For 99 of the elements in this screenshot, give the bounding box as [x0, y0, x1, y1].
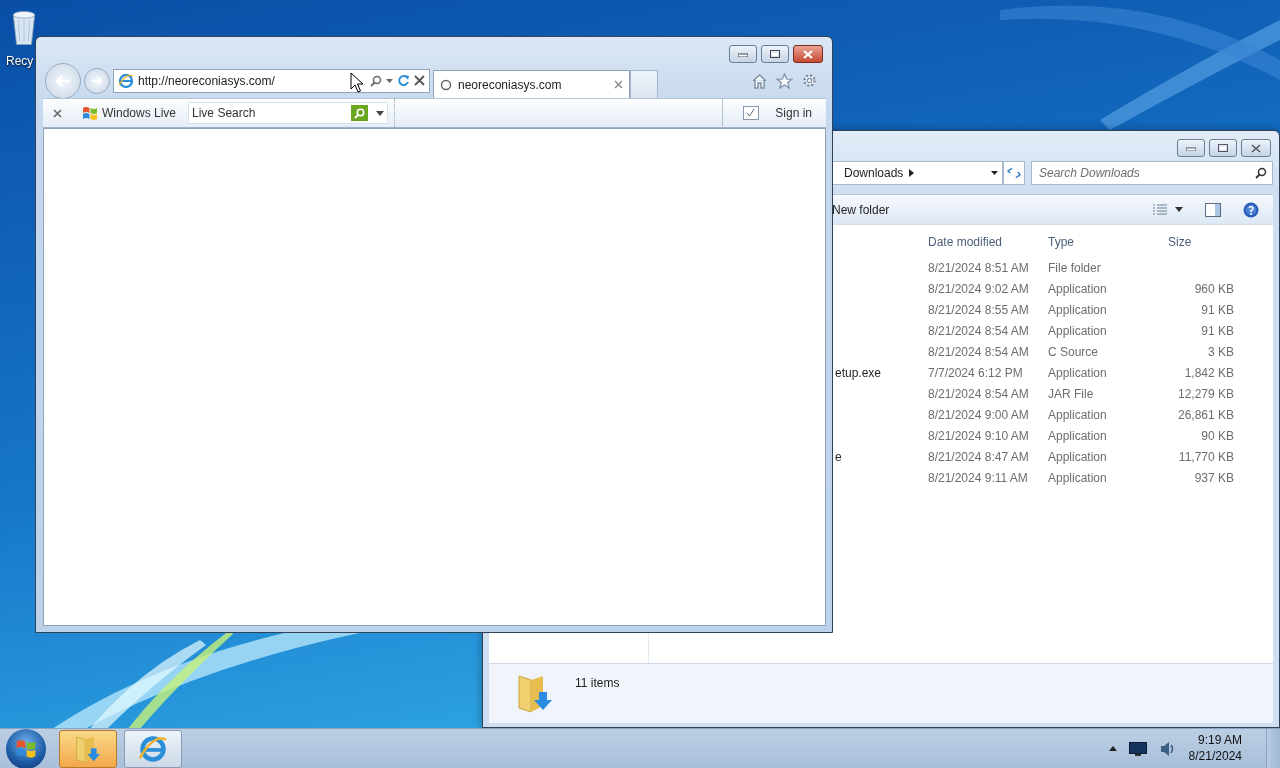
- close-tab-icon[interactable]: [614, 80, 623, 89]
- start-button[interactable]: [6, 728, 46, 768]
- maximize-button[interactable]: [1209, 139, 1237, 157]
- refresh-icon[interactable]: [397, 74, 410, 87]
- type-cell: Application: [1048, 365, 1107, 380]
- size-cell: 91 KB: [1201, 323, 1234, 338]
- close-button[interactable]: [793, 45, 823, 63]
- size-cell: 90 KB: [1201, 428, 1234, 443]
- date-cell: 8/21/2024 8:54 AM: [928, 344, 1029, 359]
- monitor-icon[interactable]: [1128, 741, 1147, 756]
- taskbar-button[interactable]: [124, 729, 182, 768]
- type-cell: Application: [1048, 302, 1107, 317]
- caret-icon[interactable]: [1175, 207, 1183, 212]
- column-header[interactable]: Date modified: [928, 235, 1003, 249]
- size-cell: 1,842 KB: [1184, 365, 1234, 380]
- maximize-icon: [770, 50, 780, 58]
- breadcrumb-item[interactable]: Downloads: [844, 164, 904, 182]
- size-cell: 11,770 KB: [1178, 449, 1234, 464]
- date-cell: 8/21/2024 9:10 AM: [928, 428, 1029, 443]
- caret-icon[interactable]: [991, 171, 998, 175]
- close-icon: [803, 49, 813, 59]
- type-cell: Application: [1048, 281, 1107, 296]
- search-icon[interactable]: [370, 74, 382, 87]
- folder-icon: [75, 733, 101, 764]
- search-field[interactable]: Live Search: [192, 104, 348, 122]
- date-cell: 8/21/2024 9:02 AM: [928, 281, 1029, 296]
- stop-icon[interactable]: [414, 75, 425, 86]
- search-icon[interactable]: [1255, 167, 1267, 179]
- browser-icon: [118, 72, 134, 89]
- size-cell: 26,861 KB: [1177, 407, 1234, 422]
- home-icon[interactable]: [751, 72, 768, 89]
- refresh-icon[interactable]: [1003, 161, 1025, 185]
- cursor-icon: [350, 72, 364, 94]
- date-cell: 8/21/2024 8:54 AM: [928, 323, 1029, 338]
- search-button[interactable]: [351, 105, 369, 121]
- minimize-icon: [738, 51, 748, 57]
- icon-label[interactable]: Recy: [6, 52, 34, 70]
- browser-icon: [138, 733, 168, 764]
- type-cell: C Source: [1048, 344, 1099, 359]
- windows-logo-icon: [15, 738, 37, 759]
- type-cell: File folder: [1048, 260, 1101, 275]
- item-count: 11 items: [575, 675, 620, 692]
- caret-icon[interactable]: [376, 110, 385, 116]
- downloads-folder-icon: [517, 672, 553, 714]
- close-button[interactable]: [1241, 139, 1271, 157]
- date-cell: 8/21/2024 8:51 AM: [928, 260, 1029, 275]
- show-hidden-icons-icon[interactable]: [1108, 746, 1117, 751]
- sign-in-link[interactable]: Sign in: [775, 104, 812, 122]
- address-bar[interactable]: http://neoreconiasys.com/: [113, 68, 430, 93]
- chevron-icon[interactable]: [909, 169, 915, 177]
- size-cell: 91 KB: [1201, 302, 1234, 317]
- search-field[interactable]: Search Downloads: [1039, 164, 1255, 182]
- search-icon: [354, 107, 366, 119]
- file-name[interactable]: e: [835, 449, 842, 464]
- column-header[interactable]: Size: [1168, 235, 1192, 249]
- forward-arrow-icon: [91, 75, 103, 86]
- help-icon[interactable]: [1243, 201, 1259, 218]
- back-arrow-icon: [54, 73, 72, 88]
- close-icon: [1251, 143, 1261, 153]
- close-icon[interactable]: [53, 108, 62, 118]
- search-box[interactable]: Live Search: [188, 102, 389, 124]
- address-field[interactable]: http://neoreconiasys.com/: [138, 71, 366, 90]
- type-cell: Application: [1048, 470, 1107, 485]
- column-header[interactable]: Type: [1048, 235, 1074, 249]
- clock-time[interactable]: 9:19 AM: [1197, 732, 1242, 749]
- maximize-icon: [1218, 144, 1228, 152]
- date-cell: 8/21/2024 9:00 AM: [928, 407, 1029, 422]
- speaker-icon[interactable]: [1158, 739, 1175, 758]
- minimize-button[interactable]: [729, 45, 757, 63]
- type-cell: JAR File: [1048, 386, 1094, 401]
- clock-date[interactable]: 8/21/2024: [1188, 748, 1242, 765]
- type-cell: Application: [1048, 428, 1107, 443]
- date-cell: 8/21/2024 8:47 AM: [928, 449, 1029, 464]
- taskbar-button[interactable]: [59, 729, 117, 768]
- checkbox-icon[interactable]: [743, 106, 760, 120]
- settings-icon[interactable]: [801, 72, 818, 89]
- date-cell: 7/7/2024 6:12 PM: [928, 365, 1023, 380]
- file-name[interactable]: etup.exe: [835, 365, 882, 380]
- preview-pane-icon[interactable]: [1205, 202, 1221, 217]
- size-cell: 960 KB: [1194, 281, 1234, 296]
- type-cell: Application: [1048, 407, 1107, 422]
- loading-icon: [440, 78, 452, 91]
- minimize-button[interactable]: [1177, 139, 1205, 157]
- browser-tab[interactable]: neoreconiasys.com: [433, 70, 630, 98]
- toolbar-button[interactable]: New folder: [832, 200, 890, 219]
- size-cell: 3 KB: [1208, 344, 1234, 359]
- type-cell: Application: [1048, 323, 1107, 338]
- brand-link[interactable]: Windows Live: [102, 104, 177, 122]
- size-cell: 12,279 KB: [1177, 386, 1234, 401]
- size-cell: 937 KB: [1194, 470, 1234, 485]
- date-cell: 8/21/2024 8:54 AM: [928, 386, 1029, 401]
- maximize-button[interactable]: [761, 45, 789, 63]
- date-cell: 8/21/2024 8:55 AM: [928, 302, 1029, 317]
- type-cell: Application: [1048, 449, 1107, 464]
- search-box[interactable]: Search Downloads: [1031, 161, 1273, 185]
- minimize-icon: [1186, 145, 1196, 151]
- date-cell: 8/21/2024 9:11 AM: [928, 470, 1028, 485]
- star-icon[interactable]: [776, 72, 793, 89]
- windows-flag-icon: [82, 105, 98, 121]
